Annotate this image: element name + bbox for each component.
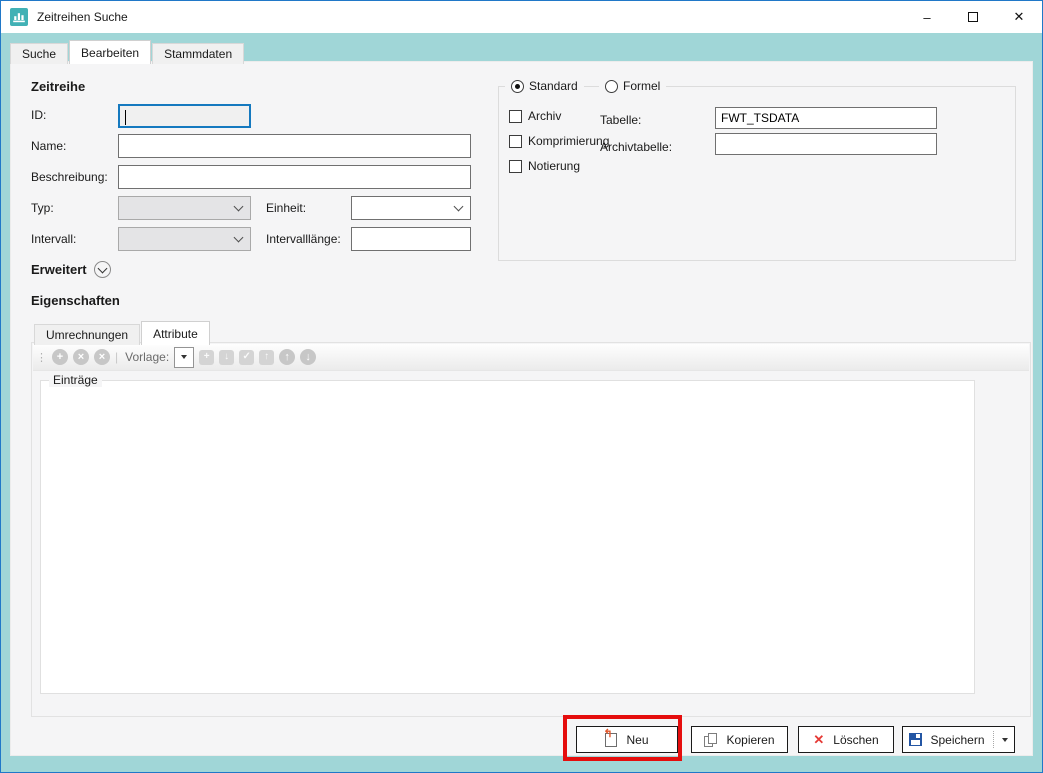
- template-load-icon[interactable]: ↓: [219, 350, 234, 365]
- name-field[interactable]: [118, 134, 471, 158]
- eintraege-groupbox[interactable]: Einträge: [40, 380, 975, 694]
- move-up-button[interactable]: ↑: [279, 349, 295, 365]
- einheit-dropdown[interactable]: [351, 196, 471, 220]
- delete-x-icon: ✕: [813, 732, 824, 748]
- typ-dropdown[interactable]: [118, 196, 251, 220]
- radio-unselected-icon: [605, 80, 618, 93]
- intervall-dropdown[interactable]: [118, 227, 251, 251]
- intervalllaenge-field[interactable]: [351, 227, 471, 251]
- bar-chart-icon: [10, 8, 28, 26]
- radio-selected-icon: [511, 80, 524, 93]
- checkbox-notierung[interactable]: Notierung: [509, 159, 580, 173]
- beschreibung-field[interactable]: [118, 165, 471, 189]
- speichern-button-label: Speichern: [930, 733, 984, 747]
- chevron-down-icon: [234, 232, 244, 242]
- radio-standard[interactable]: Standard: [505, 79, 584, 93]
- zeitreihe-heading: Zeitreihe: [31, 79, 85, 94]
- checkbox-icon: [509, 160, 522, 173]
- options-groupbox: Standard Formel Archiv Komprimierung Not…: [498, 86, 1016, 261]
- minimize-icon: –: [923, 10, 930, 25]
- archivtabelle-label: Archivtabelle:: [600, 140, 672, 154]
- chevron-down-icon: [234, 201, 244, 211]
- template-add-icon[interactable]: +: [199, 350, 214, 365]
- erweitert-toggle[interactable]: Erweitert: [31, 261, 111, 278]
- add-entry-button[interactable]: +: [52, 349, 68, 365]
- minimize-button[interactable]: –: [904, 1, 950, 33]
- button-divider: [993, 731, 994, 748]
- radio-formel-label: Formel: [623, 79, 660, 93]
- checkbox-komprimierung[interactable]: Komprimierung: [509, 134, 609, 148]
- maximize-button[interactable]: [950, 1, 996, 33]
- checkbox-notierung-label: Notierung: [528, 159, 580, 173]
- tab-bearbeiten[interactable]: Bearbeiten: [69, 40, 151, 64]
- id-label: ID:: [31, 108, 46, 122]
- name-label: Name:: [31, 139, 66, 153]
- radio-formel[interactable]: Formel: [599, 79, 666, 93]
- typ-label: Typ:: [31, 201, 54, 215]
- toolbar-grip-handle[interactable]: ⋮: [36, 351, 46, 364]
- kopieren-button-label: Kopieren: [726, 733, 774, 747]
- checkbox-archiv[interactable]: Archiv: [509, 109, 561, 123]
- vorlage-label: Vorlage:: [125, 350, 169, 364]
- radio-standard-label: Standard: [529, 79, 578, 93]
- template-apply-icon[interactable]: ✓: [239, 350, 254, 365]
- template-export-icon[interactable]: ↑: [259, 350, 274, 365]
- window-frame: Suche Bearbeiten Stammdaten Zeitreihe ID…: [1, 33, 1042, 772]
- remove-entry-button[interactable]: ×: [73, 349, 89, 365]
- tab-attribute[interactable]: Attribute: [141, 321, 210, 345]
- archivtabelle-field[interactable]: [715, 133, 937, 155]
- save-floppy-icon: [909, 733, 922, 746]
- bearbeiten-tab-page: Zeitreihe ID: Name: Beschreibung: Typ: E…: [10, 61, 1033, 756]
- neu-button[interactable]: ↰ Neu: [576, 726, 678, 753]
- tab-suche[interactable]: Suche: [10, 43, 68, 64]
- tab-umrechnungen[interactable]: Umrechnungen: [34, 324, 140, 345]
- beschreibung-label: Beschreibung:: [31, 170, 108, 184]
- checkbox-icon: [509, 110, 522, 123]
- tabelle-label: Tabelle:: [600, 113, 641, 127]
- intervall-label: Intervall:: [31, 232, 76, 246]
- titlebar: Zeitreihen Suche – ✕: [1, 1, 1042, 33]
- close-button[interactable]: ✕: [996, 1, 1042, 33]
- checkbox-archiv-label: Archiv: [528, 109, 561, 123]
- speichern-button[interactable]: Speichern: [902, 726, 1015, 753]
- kopieren-button[interactable]: Kopieren: [691, 726, 788, 753]
- chevron-down-icon: [454, 201, 464, 211]
- expand-chevron-icon[interactable]: [94, 261, 111, 278]
- chevron-down-icon: [181, 355, 187, 359]
- maximize-icon: [968, 12, 978, 22]
- toolbar-separator: |: [115, 350, 118, 364]
- text-caret: [125, 110, 126, 125]
- eigenschaften-heading: Eigenschaften: [31, 293, 120, 308]
- window-title: Zeitreihen Suche: [37, 10, 128, 24]
- attribute-tab-page: ⋮ + × × | Vorlage: + ↓ ✓ ↑ ↑ ↓ Einträge: [31, 342, 1031, 717]
- loeschen-button[interactable]: ✕ Löschen: [798, 726, 894, 753]
- tabelle-field[interactable]: [715, 107, 937, 129]
- speichern-dropdown-caret-icon[interactable]: [1002, 738, 1008, 742]
- neu-button-label: Neu: [626, 733, 648, 747]
- loeschen-button-label: Löschen: [833, 733, 878, 747]
- clear-entries-button[interactable]: ×: [94, 349, 110, 365]
- zeitreihen-suche-window: Zeitreihen Suche – ✕ Suche Bearbeiten St…: [0, 0, 1043, 773]
- checkbox-komprimierung-label: Komprimierung: [528, 134, 609, 148]
- tab-stammdaten[interactable]: Stammdaten: [152, 43, 244, 64]
- move-down-button[interactable]: ↓: [300, 349, 316, 365]
- main-tabstrip: Suche Bearbeiten Stammdaten: [10, 44, 245, 64]
- einheit-label: Einheit:: [266, 201, 306, 215]
- checkbox-icon: [509, 135, 522, 148]
- vorlage-dropdown[interactable]: [174, 347, 194, 368]
- attribute-toolbar: ⋮ + × × | Vorlage: + ↓ ✓ ↑ ↑ ↓: [33, 344, 1029, 371]
- id-field[interactable]: [118, 104, 251, 128]
- new-document-icon: ↰: [605, 733, 617, 747]
- erweitert-label: Erweitert: [31, 262, 87, 277]
- eintraege-label: Einträge: [49, 373, 102, 387]
- close-icon: ✕: [1014, 9, 1025, 25]
- copy-icon: [704, 733, 717, 747]
- eigenschaften-tabstrip: Umrechnungen Attribute: [34, 321, 211, 345]
- intervalllaenge-label: Intervalllänge:: [266, 232, 341, 246]
